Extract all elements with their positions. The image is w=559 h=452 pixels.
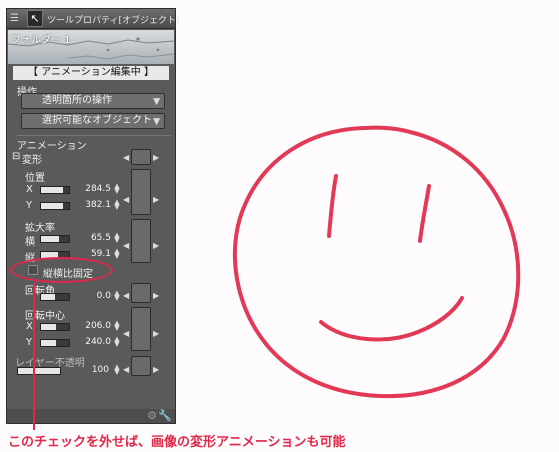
rotation-center-label: 回転中心 [25, 311, 65, 322]
scale-label: 拡大率 [25, 223, 55, 234]
face-outline [232, 125, 521, 399]
scale-horizontal-label: 横 [25, 237, 35, 248]
chevron-down-icon: ▼ [153, 97, 160, 107]
rotation-slider[interactable] [40, 293, 70, 301]
tool-property-panel: ☰ ↖ ツールプロパティ[オブジェクト] フォルダー 1 【 アニメーション編集… [6, 8, 179, 424]
scale-horizontal-spinner[interactable]: ▲ ▼ [113, 232, 121, 244]
prev-keyframe-icon[interactable]: ◀ [123, 365, 129, 374]
rotation-center-x-slider[interactable] [40, 323, 70, 331]
prev-keyframe-icon[interactable]: ◀ [123, 153, 129, 162]
panel-titlebar: ☰ ↖ ツールプロパティ[オブジェクト] [7, 9, 179, 29]
right-eye [418, 184, 431, 243]
transparent-area-dropdown[interactable]: 透明箇所の操作 ▼ [21, 93, 165, 109]
left-eye [327, 174, 338, 238]
prev-keyframe-icon[interactable]: ◀ [123, 241, 129, 250]
next-keyframe-icon[interactable]: ▶ [153, 195, 159, 204]
prev-keyframe-icon[interactable]: ◀ [123, 291, 129, 300]
rotation-center-y-slider[interactable] [40, 339, 70, 347]
scale-horizontal-value[interactable]: 65.5 [71, 233, 111, 243]
rotation-spinner[interactable]: ▲ ▼ [113, 290, 121, 302]
caption: このチェックを外せば、画像の変形アニメーションも可能 [8, 435, 346, 450]
rotation-keyframe-button[interactable] [131, 283, 151, 303]
position-y-value[interactable]: 382.1 [71, 200, 111, 210]
position-x-slider[interactable] [40, 186, 70, 194]
panel-menu-icon[interactable]: ☰ [10, 13, 19, 24]
layer-opacity-slider[interactable] [17, 367, 61, 375]
animation-edit-banner: 【 アニメーション編集中 】 [13, 66, 169, 80]
selectable-objects-dropdown-label: 選択可能なオブジェクト [42, 115, 152, 126]
position-keyframe-button[interactable] [131, 169, 151, 215]
mouth [319, 296, 464, 342]
scale-keyframe-button[interactable] [131, 219, 151, 263]
rotation-center-x-label: X [26, 321, 33, 332]
rotation-center-y-value[interactable]: 240.0 [71, 337, 111, 347]
smiley-face-drawing [232, 125, 521, 399]
position-y-label: Y [26, 200, 33, 211]
prev-keyframe-icon[interactable]: ◀ [123, 195, 129, 204]
layer-opacity-spinner[interactable]: ▲ ▼ [113, 364, 121, 376]
position-x-value[interactable]: 284.5 [71, 184, 111, 194]
wrench-icon[interactable]: 🔧 [158, 409, 172, 422]
folder-name: フォルダー 1 [11, 35, 71, 46]
rotation-center-x-spinner[interactable]: ▲ ▼ [113, 320, 121, 332]
layer-opacity-keyframe-button[interactable] [131, 356, 151, 376]
selectable-objects-dropdown[interactable]: 選択可能なオブジェクト ▼ [21, 113, 165, 129]
transparent-area-dropdown-label: 透明箇所の操作 [42, 95, 112, 106]
prev-keyframe-icon[interactable]: ◀ [123, 329, 129, 338]
rotation-center-y-spinner[interactable]: ▲ ▼ [113, 336, 121, 348]
folder-bar: フォルダー 1 [8, 30, 174, 64]
scale-horizontal-slider[interactable] [40, 235, 70, 243]
transform-group-label: 変形 [22, 155, 42, 166]
layer-opacity-value[interactable]: 100 [69, 365, 109, 375]
next-keyframe-icon[interactable]: ▶ [153, 153, 159, 162]
next-keyframe-icon[interactable]: ▶ [153, 291, 159, 300]
position-x-spinner[interactable]: ▲ ▼ [113, 183, 121, 195]
transform-keyframe-button[interactable] [131, 149, 151, 165]
position-x-label: X [26, 184, 33, 195]
highlight-ring [10, 257, 113, 283]
animation-section-label: アニメーション [17, 141, 87, 152]
position-y-spinner[interactable]: ▲ ▼ [113, 199, 121, 211]
transform-collapse-icon[interactable]: ⊟ [12, 151, 20, 162]
rotation-center-y-label: Y [26, 337, 33, 348]
callout-line [33, 283, 35, 430]
section-divider [17, 135, 171, 136]
next-keyframe-icon[interactable]: ▶ [153, 365, 159, 374]
next-keyframe-icon[interactable]: ▶ [153, 241, 159, 250]
chevron-down-icon: ▼ [153, 117, 160, 127]
scale-vertical-spinner[interactable]: ▲ ▼ [113, 248, 121, 260]
panel-title: ツールプロパティ[オブジェクト] [47, 16, 180, 26]
position-y-slider[interactable] [40, 202, 70, 210]
rotation-value[interactable]: 0.0 [71, 291, 111, 301]
position-label: 位置 [25, 173, 45, 184]
next-keyframe-icon[interactable]: ▶ [153, 329, 159, 338]
object-tool-icon: ↖ [27, 10, 43, 27]
rotation-center-x-value[interactable]: 206.0 [71, 321, 111, 331]
gear-icon[interactable]: ⚙ [147, 409, 157, 422]
rotation-center-keyframe-button[interactable] [131, 307, 151, 351]
